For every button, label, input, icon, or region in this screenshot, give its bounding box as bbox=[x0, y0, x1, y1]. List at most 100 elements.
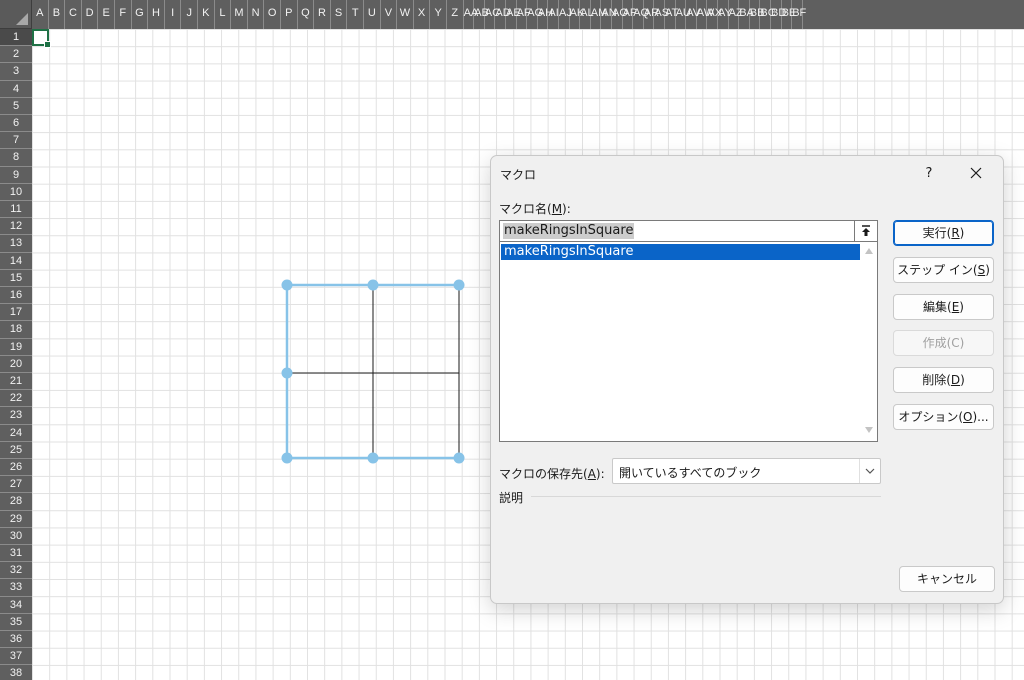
column-header-F[interactable]: F bbox=[115, 0, 132, 29]
help-button[interactable]: ? bbox=[919, 164, 939, 184]
row-header-11[interactable]: 11 bbox=[0, 201, 32, 219]
column-header-O[interactable]: O bbox=[264, 0, 281, 29]
row-header-15[interactable]: 15 bbox=[0, 270, 32, 287]
row-header-28[interactable]: 28 bbox=[0, 493, 32, 511]
column-header-K[interactable]: K bbox=[198, 0, 215, 29]
column-header-G[interactable]: G bbox=[132, 0, 149, 29]
active-cell-a1[interactable] bbox=[32, 29, 51, 48]
row-header-27[interactable]: 27 bbox=[0, 476, 32, 494]
column-header-AH[interactable]: AH bbox=[538, 0, 553, 29]
column-header-A[interactable]: A bbox=[32, 0, 49, 29]
delete-button[interactable]: 削除(D) bbox=[893, 367, 994, 393]
step-in-button[interactable]: ステップ イン(S) bbox=[893, 257, 994, 283]
column-header-Z[interactable]: Z bbox=[447, 0, 464, 29]
column-header-AF[interactable]: AF bbox=[517, 0, 531, 29]
row-header-14[interactable]: 14 bbox=[0, 253, 32, 270]
column-header-S[interactable]: S bbox=[331, 0, 348, 29]
row-header-33[interactable]: 33 bbox=[0, 579, 32, 597]
column-header-AU[interactable]: AU bbox=[676, 0, 691, 29]
column-header-AJ[interactable]: AJ bbox=[559, 0, 572, 29]
column-header-AZ[interactable]: AZ bbox=[729, 0, 743, 29]
column-header-P[interactable]: P bbox=[281, 0, 298, 29]
cancel-button[interactable]: キャンセル bbox=[899, 566, 995, 592]
column-header-W[interactable]: W bbox=[397, 0, 414, 29]
column-header-BF[interactable]: BF bbox=[792, 0, 806, 29]
row-header-18[interactable]: 18 bbox=[0, 321, 32, 339]
column-header-AL[interactable]: AL bbox=[580, 0, 594, 29]
row-header-31[interactable]: 31 bbox=[0, 545, 32, 563]
column-header-AY[interactable]: AY bbox=[718, 0, 732, 29]
column-header-T[interactable]: T bbox=[347, 0, 364, 29]
column-header-AP[interactable]: AP bbox=[623, 0, 637, 29]
column-header-BA[interactable]: BA bbox=[739, 0, 754, 29]
handle-mid-left[interactable] bbox=[281, 367, 293, 379]
column-header-I[interactable]: I bbox=[165, 0, 182, 29]
row-header-38[interactable]: 38 bbox=[0, 665, 32, 680]
row-header-5[interactable]: 5 bbox=[0, 98, 32, 115]
row-header-10[interactable]: 10 bbox=[0, 184, 32, 201]
column-header-AI[interactable]: AI bbox=[548, 0, 559, 29]
row-header-30[interactable]: 30 bbox=[0, 528, 32, 545]
column-header-AB[interactable]: AB bbox=[474, 0, 489, 29]
row-header-7[interactable]: 7 bbox=[0, 132, 32, 150]
row-header-24[interactable]: 24 bbox=[0, 425, 32, 442]
handle-bottom-mid[interactable] bbox=[367, 452, 379, 464]
column-header-AS[interactable]: AS bbox=[654, 0, 669, 29]
column-header-Q[interactable]: Q bbox=[298, 0, 315, 29]
column-header-R[interactable]: R bbox=[314, 0, 331, 29]
row-header-13[interactable]: 13 bbox=[0, 235, 32, 253]
row-header-36[interactable]: 36 bbox=[0, 631, 32, 649]
close-button[interactable] bbox=[965, 162, 987, 184]
select-all-corner[interactable] bbox=[0, 0, 32, 29]
row-header-29[interactable]: 29 bbox=[0, 511, 32, 528]
row-header-3[interactable]: 3 bbox=[0, 63, 32, 81]
row-header-20[interactable]: 20 bbox=[0, 356, 32, 373]
create-button[interactable]: 作成(C) bbox=[893, 330, 994, 356]
macros-in-select[interactable]: 開いているすべてのブック bbox=[612, 458, 881, 484]
column-header-AA[interactable]: AA bbox=[464, 0, 478, 29]
edit-button[interactable]: 編集(E) bbox=[893, 294, 994, 320]
column-header-L[interactable]: L bbox=[215, 0, 232, 29]
row-header-23[interactable]: 23 bbox=[0, 407, 32, 425]
column-header-AM[interactable]: AM bbox=[591, 0, 607, 29]
handle-bottom-right[interactable] bbox=[453, 452, 465, 464]
column-header-J[interactable]: J bbox=[181, 0, 198, 29]
macro-name-input[interactable]: makeRingsInSquare bbox=[499, 220, 855, 242]
column-header-AW[interactable]: AW bbox=[697, 0, 714, 29]
handle-top-right[interactable] bbox=[453, 279, 465, 291]
row-header-25[interactable]: 25 bbox=[0, 442, 32, 459]
column-header-C[interactable]: C bbox=[65, 0, 82, 29]
list-item[interactable]: makeRingsInSquare bbox=[501, 244, 860, 260]
handle-bottom-left[interactable] bbox=[281, 452, 293, 464]
row-header-21[interactable]: 21 bbox=[0, 373, 32, 391]
column-header-H[interactable]: H bbox=[148, 0, 165, 29]
options-button[interactable]: オプション(O)... bbox=[893, 404, 994, 430]
column-header-U[interactable]: U bbox=[364, 0, 381, 29]
row-header-37[interactable]: 37 bbox=[0, 648, 32, 666]
row-header-2[interactable]: 2 bbox=[0, 46, 32, 64]
column-header-D[interactable]: D bbox=[82, 0, 99, 29]
handle-top-mid[interactable] bbox=[367, 279, 379, 291]
column-header-AK[interactable]: AK bbox=[570, 0, 584, 29]
square-grid-shape[interactable] bbox=[278, 276, 470, 468]
column-header-M[interactable]: M bbox=[231, 0, 248, 29]
row-header-12[interactable]: 12 bbox=[0, 218, 32, 236]
scroll-down-icon[interactable] bbox=[865, 427, 873, 433]
column-header-AD[interactable]: AD bbox=[495, 0, 511, 29]
row-header-8[interactable]: 8 bbox=[0, 149, 32, 167]
column-header-AN[interactable]: AN bbox=[601, 0, 617, 29]
row-header-16[interactable]: 16 bbox=[0, 287, 32, 305]
row-header-9[interactable]: 9 bbox=[0, 167, 32, 184]
column-header-X[interactable]: X bbox=[414, 0, 431, 29]
column-header-AO[interactable]: AO bbox=[612, 0, 628, 29]
column-header-B[interactable]: B bbox=[49, 0, 66, 29]
column-header-BB[interactable]: BB bbox=[750, 0, 764, 29]
row-header-35[interactable]: 35 bbox=[0, 614, 32, 631]
handle-top-left[interactable] bbox=[281, 279, 293, 291]
column-header-AV[interactable]: AV bbox=[686, 0, 700, 29]
column-header-V[interactable]: V bbox=[381, 0, 398, 29]
run-button[interactable]: 実行(R) bbox=[893, 220, 994, 246]
column-header-AR[interactable]: AR bbox=[644, 0, 659, 29]
row-header-17[interactable]: 17 bbox=[0, 304, 32, 322]
column-header-AT[interactable]: AT bbox=[665, 0, 678, 29]
